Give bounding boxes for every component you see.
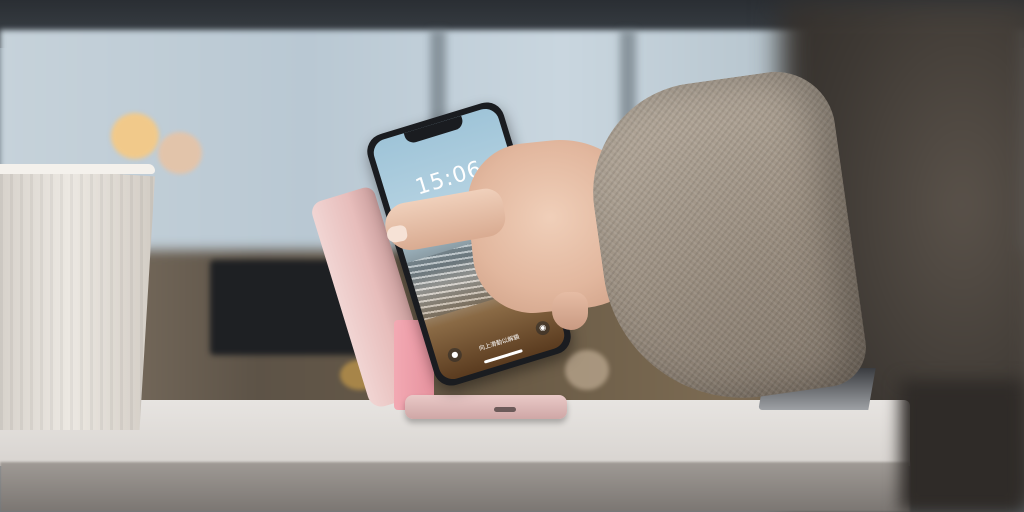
table-edge (0, 462, 910, 512)
bokeh-light (111, 113, 159, 159)
bokeh-light (565, 350, 609, 390)
bokeh-light (158, 132, 202, 174)
photo-scene: 15:06 ● ◉ 向上滑動以解鎖 (0, 0, 1024, 512)
charging-stand-base (405, 395, 567, 419)
usb-c-port (494, 407, 516, 412)
paper-cup (0, 166, 155, 430)
cup-rim (0, 164, 155, 174)
foreground-shadow (900, 380, 1024, 512)
finger (552, 292, 588, 330)
